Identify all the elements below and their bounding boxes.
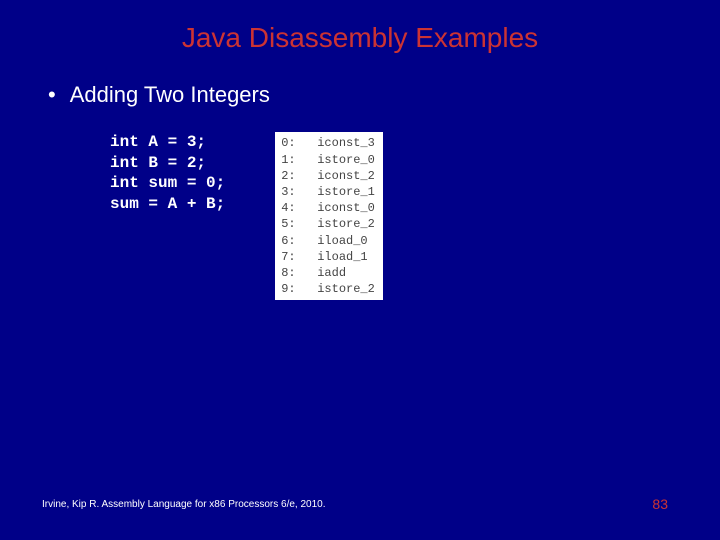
code-row: int A = 3; int B = 2; int sum = 0; sum =…	[110, 132, 672, 300]
java-source-code: int A = 3; int B = 2; int sum = 0; sum =…	[110, 132, 225, 214]
bullet-text: Adding Two Integers	[70, 82, 270, 108]
footer-citation: Irvine, Kip R. Assembly Language for x86…	[42, 499, 326, 510]
bytecode-listing: 0: iconst_3 1: istore_0 2: iconst_2 3: i…	[275, 132, 383, 300]
page-number: 83	[652, 496, 668, 512]
bullet-item: • Adding Two Integers	[48, 82, 672, 108]
slide-title: Java Disassembly Examples	[0, 0, 720, 54]
bullet-icon: •	[48, 82, 56, 108]
slide-content: • Adding Two Integers int A = 3; int B =…	[0, 54, 720, 300]
